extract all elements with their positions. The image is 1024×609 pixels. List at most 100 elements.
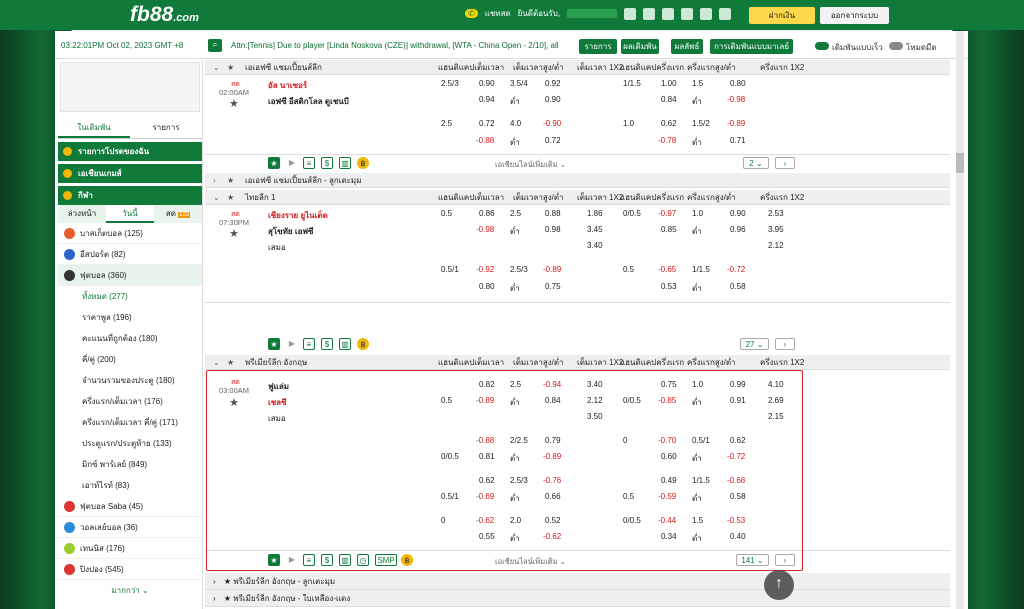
next-page-button[interactable]: › xyxy=(775,157,795,169)
league-header[interactable]: ⌄ ★ เอเอฟซี แชมเปี้ยนส์ลีก แฮนดิแคปเต็มเว… xyxy=(205,60,950,75)
more-lines-link[interactable]: เอเชียนไลน์เพิ่มเติม ⌄ xyxy=(495,556,566,568)
vip-icon[interactable] xyxy=(681,7,694,20)
dollar-icon[interactable]: $ xyxy=(321,554,333,566)
tab-list[interactable]: รายการ xyxy=(130,117,202,138)
sport-table-tennis[interactable]: ปิงปอง (545) xyxy=(58,559,202,580)
sport-esports[interactable]: อีสปอร์ต (82) xyxy=(58,244,202,265)
stats-icon[interactable]: ▥ xyxy=(339,338,351,350)
live-count-badge: 122 xyxy=(178,212,191,218)
league-header[interactable]: ⌄ ★ ไทยลีก 1 แฮนดิแคปเต็มเวลา เต็มเวลาสูง… xyxy=(205,190,950,205)
page-select[interactable]: 27 ⌄ xyxy=(740,338,769,350)
logout-button[interactable]: ออกจากระบบ xyxy=(820,7,889,24)
sport-football[interactable]: ฟุตบอล (360) xyxy=(58,265,202,286)
chat-icon[interactable]: ✆ xyxy=(465,9,478,18)
league-header-collapsed[interactable]: › ★ เอเอฟซี แชมเปี้ยนส์ลีก - ลูกเตะมุม xyxy=(205,173,950,188)
football-sub[interactable]: เอาท์ไรท์ (83) xyxy=(58,475,202,496)
star-icon[interactable]: ★ xyxy=(268,338,280,350)
deposit-button[interactable]: ฝากเงิน xyxy=(749,7,815,24)
asian-games-section[interactable]: เอเชียนเกมส์ xyxy=(58,164,202,183)
wallet-icon[interactable] xyxy=(624,7,637,20)
scrollbar[interactable] xyxy=(956,31,964,609)
sport-saba-football[interactable]: ฟุตบอล Saba (45) xyxy=(58,496,202,517)
list-icon[interactable]: ≡ xyxy=(303,157,315,169)
sport-basketball[interactable]: บาสเก็ตบอล (125) xyxy=(58,223,202,244)
sport-volleyball[interactable]: วอลเลย์บอล (36) xyxy=(58,517,202,538)
sport-tennis[interactable]: เทนนิส (176) xyxy=(58,538,202,559)
star-icon[interactable]: ★ xyxy=(229,97,239,110)
star-icon[interactable]: ★ xyxy=(229,227,239,240)
league-header[interactable]: ⌄ ★ พรีเมียร์ลีก อังกฤษ แฮนดิแคปเต็มเวลา … xyxy=(205,355,950,370)
refresh-icon[interactable] xyxy=(662,7,675,20)
star-icon: ★ xyxy=(223,594,232,603)
next-page-button[interactable]: › xyxy=(775,554,795,566)
sports-section[interactable]: กีฬา xyxy=(58,186,202,205)
clock-icon[interactable]: ◷ xyxy=(357,554,369,566)
football-sub[interactable]: จำนวนรวมของประตู (180) xyxy=(58,370,202,391)
star-icon[interactable]: ★ xyxy=(229,396,239,409)
football-sub[interactable]: มิกซ์ พาร์เลย์ (849) xyxy=(58,454,202,475)
transfer-icon[interactable] xyxy=(643,7,656,20)
list-button[interactable]: รายการ xyxy=(579,39,617,54)
coin-icon[interactable]: ฿ xyxy=(357,338,369,350)
football-all[interactable]: ทั้งหมด (277) xyxy=(58,286,202,307)
chevron-down-icon[interactable]: ⌄ xyxy=(213,355,220,370)
star-icon[interactable]: ★ xyxy=(268,157,280,169)
football-sub[interactable]: ครึ่งแรก/เต็มเวลา (176) xyxy=(58,391,202,412)
football-sub[interactable]: คี่/คู่ (200) xyxy=(58,349,202,370)
star-icon[interactable]: ★ xyxy=(227,190,234,205)
chevron-right-icon: › xyxy=(213,594,216,603)
next-page-button[interactable]: › xyxy=(775,338,795,350)
coin-icon[interactable]: ฿ xyxy=(401,554,413,566)
star-icon[interactable]: ★ xyxy=(227,173,234,188)
league-header-collapsed[interactable]: › ★ พรีเมียร์ลีก อังกฤษ - ลูกเตะมุม xyxy=(205,573,950,590)
chevron-down-icon[interactable]: ⌄ xyxy=(213,60,220,75)
stats-icon[interactable]: ▥ xyxy=(339,157,351,169)
search-icon[interactable]: ⌕ xyxy=(208,39,222,52)
chat-label[interactable]: แชทสด xyxy=(485,7,511,20)
scroll-to-top-button[interactable]: ↑ xyxy=(764,570,794,600)
list-icon[interactable]: ≡ xyxy=(303,338,315,350)
page-select[interactable]: 2 ⌄ xyxy=(743,157,769,169)
league-header-collapsed[interactable]: › ★ พรีเมียร์ลีก อังกฤษ - ใบเหลือง-แดง xyxy=(205,590,950,607)
chevron-right-icon[interactable]: › xyxy=(213,173,216,188)
statistics-button[interactable]: ผลลัพธ์ xyxy=(671,39,703,54)
football-sub[interactable]: ราคาพูล (196) xyxy=(58,307,202,328)
star-icon[interactable]: ★ xyxy=(268,554,280,566)
list-icon[interactable]: ≡ xyxy=(303,554,315,566)
tab-early[interactable]: ล่วงหน้า xyxy=(58,205,106,223)
play-icon[interactable]: ▶ xyxy=(286,554,298,566)
match-row-highlighted: สด 03:00AM ★ ฟูแล่ม เชลซี เสมอ 0.82 2.5-… xyxy=(205,371,950,551)
mail-icon[interactable] xyxy=(719,7,732,20)
star-icon[interactable]: ★ xyxy=(227,355,234,370)
server-datetime: 03:22:01PM Oct 02, 2023 GMT +8 xyxy=(61,41,184,50)
bet-result-button[interactable]: ผลเดิมพัน xyxy=(621,39,659,54)
odds-table: ⌄ ★ เอเอฟซี แชมเปี้ยนส์ลีก แฮนดิแคปเต็มเว… xyxy=(205,60,955,609)
star-icon[interactable]: ★ xyxy=(227,60,234,75)
play-icon[interactable]: ▶ xyxy=(286,338,298,350)
more-lines-link[interactable]: เอเชียนไลน์เพิ่มเติม ⌄ xyxy=(495,159,566,171)
coin-icon[interactable]: ฿ xyxy=(357,157,369,169)
football-sub[interactable]: ประตูแรก/ประตูท้าย (133) xyxy=(58,433,202,454)
dollar-icon[interactable]: $ xyxy=(321,157,333,169)
announcement-ticker[interactable]: Attn:[Tennis] Due to player [Linda Nosko… xyxy=(231,41,561,50)
chevron-down-icon[interactable]: ⌄ xyxy=(213,190,220,205)
site-logo[interactable]: fb88.com xyxy=(130,3,199,27)
dark-mode-toggle[interactable] xyxy=(889,42,903,50)
quick-bet-toggle[interactable] xyxy=(815,42,829,50)
profile-icon[interactable] xyxy=(700,7,713,20)
play-icon[interactable]: ▶ xyxy=(286,157,298,169)
tab-today[interactable]: วันนี้ xyxy=(106,205,154,223)
stats-icon[interactable]: ▥ xyxy=(339,554,351,566)
tab-live[interactable]: สด 122 xyxy=(154,205,202,223)
smp-button[interactable]: SMP xyxy=(375,554,397,566)
football-sub[interactable]: ครึ่งแรก/เต็มเวลา คี่/คู่ (171) xyxy=(58,412,202,433)
page-select[interactable]: 141 ⌄ xyxy=(736,554,769,566)
favorites-section[interactable]: รายการโปรดของฉัน xyxy=(58,142,202,161)
odds-type-dropdown[interactable]: การเดิมพันแบบมาเลย์ xyxy=(710,39,793,54)
dollar-icon[interactable]: $ xyxy=(321,338,333,350)
more-sports-link[interactable]: มากกว่า ⌄ xyxy=(58,584,202,597)
star-icon: ★ xyxy=(223,577,232,586)
scrollbar-thumb[interactable] xyxy=(956,153,964,173)
tab-in-bet[interactable]: ในเดิมพัน xyxy=(58,117,130,138)
football-sub[interactable]: คะแนนที่ถูกต้อง (180) xyxy=(58,328,202,349)
